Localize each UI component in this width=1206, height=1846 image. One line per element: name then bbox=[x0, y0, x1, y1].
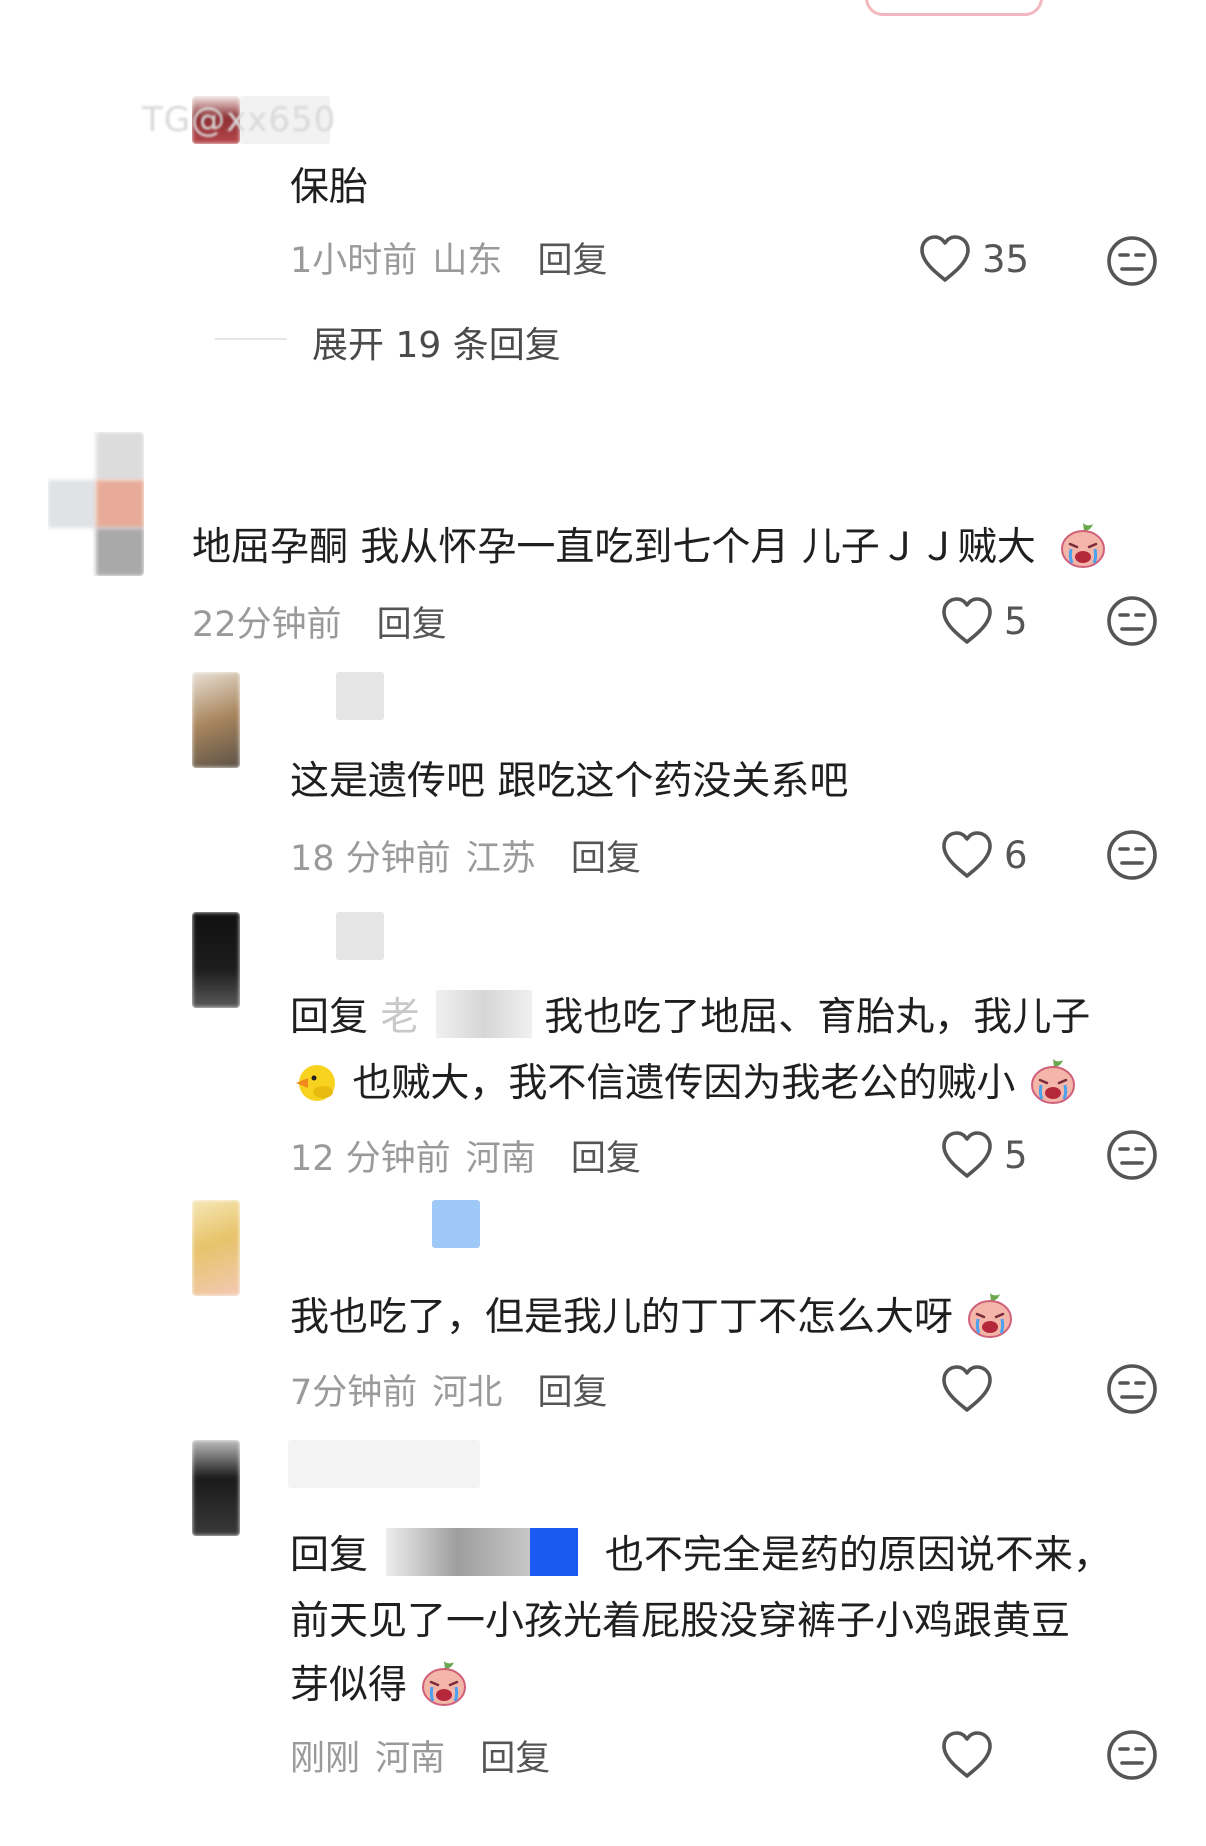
follow-button-partial[interactable] bbox=[865, 0, 1043, 16]
comment-location: 江苏 bbox=[465, 839, 536, 879]
expand-replies-button[interactable]: 展开 19 条回复 bbox=[312, 316, 561, 368]
comment-text-line: 也不完全是药的原因说不来， bbox=[604, 1533, 1112, 1578]
comment-location: 河北 bbox=[432, 1373, 503, 1413]
reply-button[interactable]: 回复 bbox=[480, 1739, 550, 1779]
comment-text-line: 我也吃了地屈、育胎丸，我儿子 bbox=[544, 995, 1091, 1040]
comment-text: 我也吃了，但是我儿的丁丁不怎么大呀 bbox=[290, 1286, 1015, 1350]
comment-meta: 22分钟前 回复 bbox=[192, 596, 447, 647]
mention-mask[interactable] bbox=[386, 1528, 531, 1576]
heart-outline-icon[interactable] bbox=[918, 234, 972, 284]
reply-button[interactable]: 回复 bbox=[537, 241, 607, 281]
neutral-face-icon[interactable] bbox=[1105, 594, 1159, 648]
username[interactable] bbox=[432, 1200, 480, 1248]
reply-prefix: 回复 bbox=[290, 995, 369, 1040]
comment-text: 这是遗传吧 跟吃这个药没关系吧 bbox=[290, 759, 849, 804]
avatar[interactable] bbox=[48, 432, 144, 576]
duck-emoji bbox=[290, 1056, 340, 1106]
comment-text-line: 芽似得 bbox=[290, 1654, 469, 1718]
comment-text-body: 我也吃了，但是我儿的丁丁不怎么大呀 bbox=[290, 1295, 954, 1340]
username[interactable] bbox=[336, 912, 384, 960]
comment-text: 地屈孕酮 我从怀孕一直吃到七个月 儿子ＪＪ贼大 bbox=[192, 516, 1108, 580]
expand-divider bbox=[215, 338, 287, 340]
avatar[interactable] bbox=[192, 912, 240, 1008]
comment-location: 河南 bbox=[375, 1739, 446, 1779]
comment-location: 山东 bbox=[432, 241, 503, 281]
avatar[interactable] bbox=[192, 672, 240, 768]
comment-text: 回复 也不完全是药的原因说不来， bbox=[290, 1524, 1112, 1588]
like-count: 6 bbox=[1004, 834, 1028, 877]
reply-button[interactable]: 回复 bbox=[377, 605, 447, 645]
reply-button[interactable]: 回复 bbox=[571, 1139, 641, 1179]
crying-face-emoji bbox=[1058, 520, 1108, 570]
neutral-face-icon[interactable] bbox=[1105, 1362, 1159, 1416]
mention-link[interactable]: 老 bbox=[380, 995, 419, 1040]
comment-time: 22分钟前 bbox=[192, 605, 342, 645]
like-count: 35 bbox=[982, 238, 1030, 281]
mention-mask bbox=[435, 990, 532, 1038]
heart-outline-icon[interactable] bbox=[940, 1730, 994, 1780]
comment-text: 保胎 bbox=[290, 165, 369, 210]
crying-face-emoji bbox=[419, 1658, 469, 1708]
comment-meta: 18 分钟前 江苏 回复 bbox=[290, 830, 641, 881]
mention-mask-accent bbox=[530, 1528, 579, 1576]
username[interactable] bbox=[336, 672, 384, 720]
comment-time: 18 分钟前 bbox=[290, 839, 451, 879]
comment-location: 河南 bbox=[465, 1139, 536, 1179]
reply-prefix: 回复 bbox=[290, 1533, 369, 1578]
neutral-face-icon[interactable] bbox=[1105, 1728, 1159, 1782]
comment-time: 刚刚 bbox=[290, 1739, 361, 1779]
crying-face-emoji bbox=[965, 1290, 1015, 1340]
neutral-face-icon[interactable] bbox=[1105, 1128, 1159, 1182]
username[interactable] bbox=[288, 1440, 480, 1488]
avatar[interactable] bbox=[192, 1440, 240, 1536]
comment-text: 回复 老 我也吃了地屈、育胎丸，我儿子 bbox=[290, 986, 1090, 1050]
comment-text-line: 前天见了一小孩光着屁股没穿裤子小鸡跟黄豆 bbox=[290, 1599, 1071, 1644]
heart-outline-icon[interactable] bbox=[940, 1364, 994, 1414]
avatar[interactable] bbox=[192, 1200, 240, 1296]
heart-outline-icon[interactable] bbox=[940, 596, 994, 646]
comment-time: 7分钟前 bbox=[290, 1373, 418, 1413]
crying-face-emoji bbox=[1028, 1056, 1078, 1106]
comment-meta: 7分钟前 河北 回复 bbox=[290, 1364, 608, 1415]
comment-meta: 12 分钟前 河南 回复 bbox=[290, 1130, 641, 1181]
comment-meta: 1小时前 山东 回复 bbox=[290, 232, 608, 283]
like-count: 5 bbox=[1004, 600, 1028, 643]
like-count: 5 bbox=[1004, 1134, 1028, 1177]
reply-button[interactable]: 回复 bbox=[537, 1373, 607, 1413]
neutral-face-icon[interactable] bbox=[1105, 828, 1159, 882]
comment-text-line: 芽似得 bbox=[290, 1663, 408, 1708]
comment-time: 12 分钟前 bbox=[290, 1139, 451, 1179]
comment-meta: 刚刚 河南 回复 bbox=[290, 1730, 550, 1781]
heart-outline-icon[interactable] bbox=[940, 830, 994, 880]
comment-time: 1小时前 bbox=[290, 241, 418, 281]
watermark: TG@xx650 bbox=[142, 100, 337, 140]
comment-text-line: 也贼大，我不信遗传因为我老公的贼小 bbox=[352, 1061, 1016, 1106]
reply-button[interactable]: 回复 bbox=[571, 839, 641, 879]
heart-outline-icon[interactable] bbox=[940, 1130, 994, 1180]
comment-text-line: 也贼大，我不信遗传因为我老公的贼小 bbox=[290, 1052, 1078, 1116]
neutral-face-icon[interactable] bbox=[1105, 234, 1159, 288]
comment-text-body: 地屈孕酮 我从怀孕一直吃到七个月 儿子ＪＪ贼大 bbox=[192, 525, 1036, 570]
